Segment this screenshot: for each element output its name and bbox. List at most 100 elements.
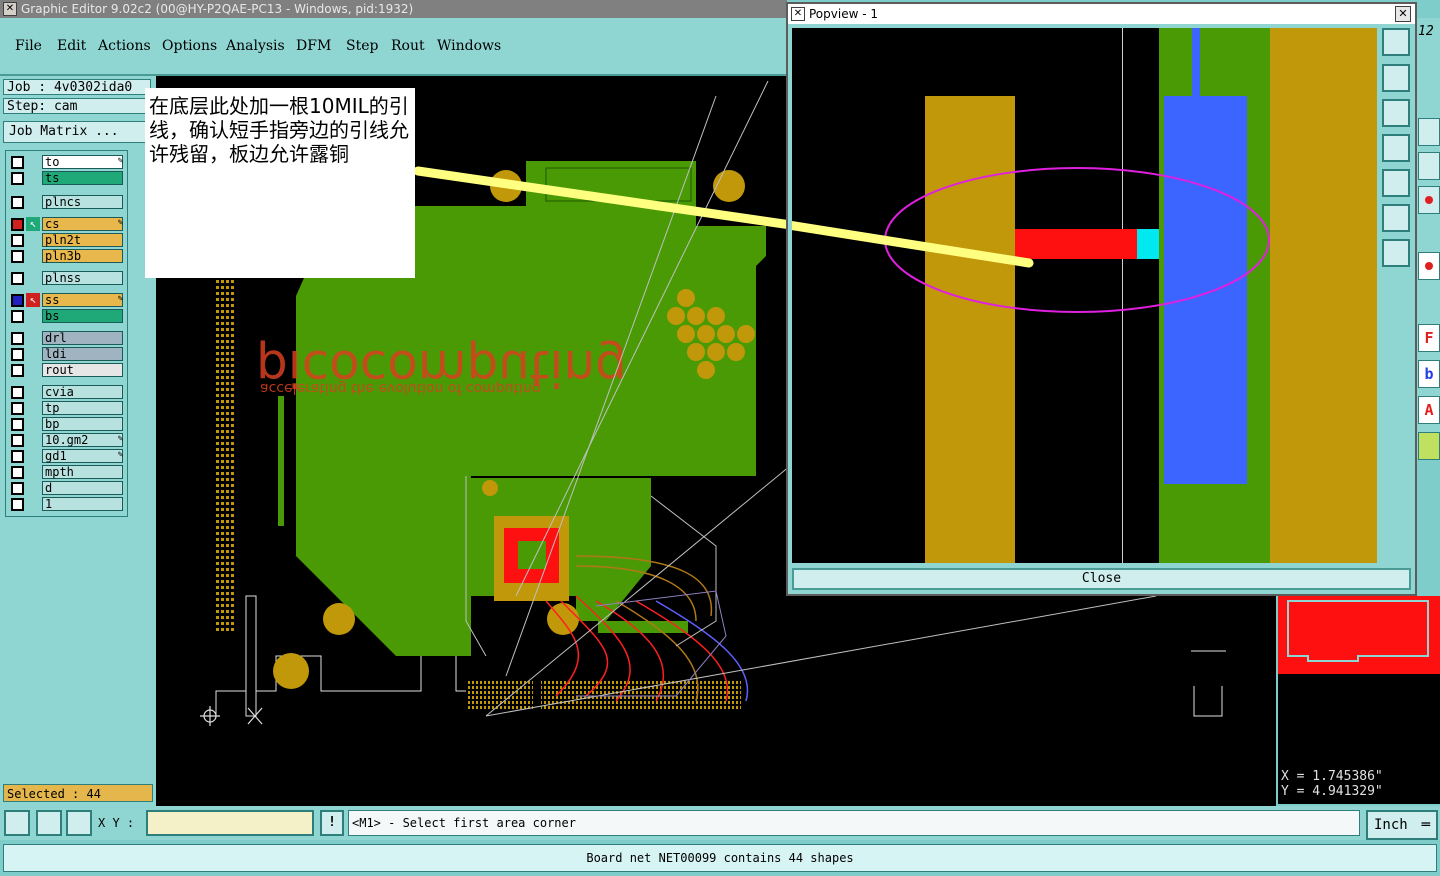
layer-name[interactable]: 1 — [42, 497, 123, 511]
grid-snap-icon[interactable] — [66, 810, 92, 836]
layer-checkbox[interactable] — [11, 386, 24, 399]
layer-name[interactable]: ldi — [42, 347, 123, 361]
layer-checkbox[interactable] — [11, 332, 24, 345]
mini-map[interactable] — [1278, 596, 1440, 764]
layer-row[interactable]: drl — [9, 331, 127, 345]
zoom-area-icon[interactable] — [4, 810, 30, 836]
stop-icon[interactable] — [1418, 186, 1440, 214]
menu-windows[interactable]: Windows — [437, 38, 501, 54]
help-icon-2[interactable] — [1418, 152, 1440, 180]
measure-icon[interactable] — [36, 810, 62, 836]
layer-row[interactable]: cvia — [9, 385, 127, 399]
layer-row[interactable]: plnss — [9, 271, 127, 285]
pan-up-icon[interactable] — [1382, 64, 1410, 92]
layer-name[interactable]: pln3b — [42, 249, 123, 263]
command-row: X Y : ! <M1> - Select first area corner … — [0, 806, 1440, 840]
layer-checkbox[interactable] — [11, 482, 24, 495]
zoom-window-icon[interactable] — [1382, 28, 1410, 56]
layer-checkbox[interactable] — [11, 402, 24, 415]
font-tool-icon[interactable]: F — [1418, 324, 1440, 352]
layer-row[interactable]: d — [9, 481, 127, 495]
layer-row[interactable]: rout — [9, 363, 127, 377]
select-tool-icon[interactable] — [1418, 432, 1440, 460]
layer-checkbox[interactable] — [11, 156, 24, 169]
popview-close-icon[interactable]: ✕ — [1395, 6, 1411, 22]
layer-row[interactable]: plncs — [9, 195, 127, 209]
layer-checkbox[interactable] — [11, 234, 24, 247]
layer-checkbox[interactable] — [11, 196, 24, 209]
layer-checkbox[interactable] — [11, 310, 24, 323]
layer-checkbox[interactable] — [11, 498, 24, 511]
layer-row[interactable]: 10.gm2 ✎ — [9, 433, 127, 447]
layer-checkbox[interactable] — [11, 364, 24, 377]
pan-left-icon[interactable] — [1382, 134, 1410, 162]
layer-row[interactable]: bp — [9, 417, 127, 431]
menu-options[interactable]: Options — [162, 38, 217, 54]
layer-name[interactable]: to — [42, 155, 123, 169]
layer-row[interactable]: pln2t — [9, 233, 127, 247]
layer-name[interactable]: pln2t — [42, 233, 123, 247]
layer-checkbox[interactable] — [11, 250, 24, 263]
layer-name[interactable]: 10.gm2 — [42, 433, 123, 447]
text-tool-icon[interactable]: b — [1418, 360, 1440, 388]
menu-actions[interactable]: Actions — [98, 38, 151, 54]
layer-name[interactable]: bp — [42, 417, 123, 431]
layer-row[interactable]: bs — [9, 309, 127, 323]
layer-name[interactable]: bs — [42, 309, 123, 323]
layer-name[interactable]: ss — [42, 293, 123, 307]
layer-name[interactable]: mpth — [42, 465, 123, 479]
layer-checkbox[interactable] — [11, 418, 24, 431]
zoom-in-icon[interactable] — [1382, 204, 1410, 232]
layer-name[interactable]: d — [42, 481, 123, 495]
layer-list: to ✎ ts plncs ↖ cs ✎ pln2t pln3b plnss ↖ ss ✎ bs drl ld… — [5, 150, 128, 517]
layer-checkbox[interactable] — [11, 466, 24, 479]
job-matrix-button[interactable]: Job Matrix ... — [3, 121, 151, 143]
menu-rout[interactable]: Rout — [391, 38, 425, 54]
layer-checkbox[interactable] — [11, 450, 24, 463]
layer-name[interactable]: rout — [42, 363, 123, 377]
layer-name[interactable]: plnss — [42, 271, 123, 285]
layer-checkbox[interactable] — [11, 434, 24, 447]
menu-dfm[interactable]: DFM — [296, 38, 331, 54]
layer-name[interactable]: cs — [42, 217, 123, 231]
menu-step[interactable]: Step — [346, 38, 378, 54]
layer-row[interactable]: ts — [9, 171, 127, 185]
menu-file[interactable]: File — [15, 38, 42, 54]
zoom-out-icon[interactable] — [1382, 239, 1410, 267]
layer-checkbox[interactable] — [11, 172, 24, 185]
alert-icon[interactable]: ! — [320, 810, 344, 836]
layer-checkbox[interactable] — [11, 218, 24, 231]
layer-name[interactable]: plncs — [42, 195, 123, 209]
layer-name[interactable]: gd1 — [42, 449, 123, 463]
layer-row[interactable]: ↖ ss ✎ — [9, 293, 127, 307]
layer-row[interactable]: 1 — [9, 497, 127, 511]
record-icon[interactable] — [1418, 252, 1440, 280]
pan-down-icon[interactable] — [1382, 99, 1410, 127]
unit-select[interactable]: Inch ═ — [1366, 810, 1438, 840]
layer-row[interactable]: ldi — [9, 347, 127, 361]
selected-count: Selected : 44 — [3, 784, 153, 802]
layer-row[interactable]: mpth — [9, 465, 127, 479]
layer-row[interactable]: gd1 ✎ — [9, 449, 127, 463]
menu-edit[interactable]: Edit — [57, 38, 86, 54]
layer-row[interactable]: to ✎ — [9, 155, 127, 169]
pan-right-icon[interactable] — [1382, 169, 1410, 197]
layer-row[interactable]: tp — [9, 401, 127, 415]
popview-close-button[interactable]: Close — [792, 568, 1411, 590]
xy-input[interactable] — [146, 810, 314, 836]
layer-checkbox[interactable] — [11, 348, 24, 361]
layer-checkbox[interactable] — [11, 294, 24, 307]
menu-analysis[interactable]: Analysis — [226, 38, 285, 54]
layer-name[interactable]: drl — [42, 331, 123, 345]
help-icon[interactable] — [1418, 118, 1440, 146]
unit-value: Inch — [1374, 817, 1408, 833]
layer-name[interactable]: tp — [42, 401, 123, 415]
layer-name[interactable]: cvia — [42, 385, 123, 399]
job-name: Job : 4v0302ida0 — [3, 79, 151, 95]
layer-name[interactable]: ts — [42, 171, 123, 185]
layer-row[interactable]: pln3b — [9, 249, 127, 263]
popview-canvas[interactable] — [777, 28, 1377, 563]
layer-row[interactable]: ↖ cs ✎ — [9, 217, 127, 231]
layer-checkbox[interactable] — [11, 272, 24, 285]
arc-tool-icon[interactable]: A — [1418, 396, 1440, 424]
